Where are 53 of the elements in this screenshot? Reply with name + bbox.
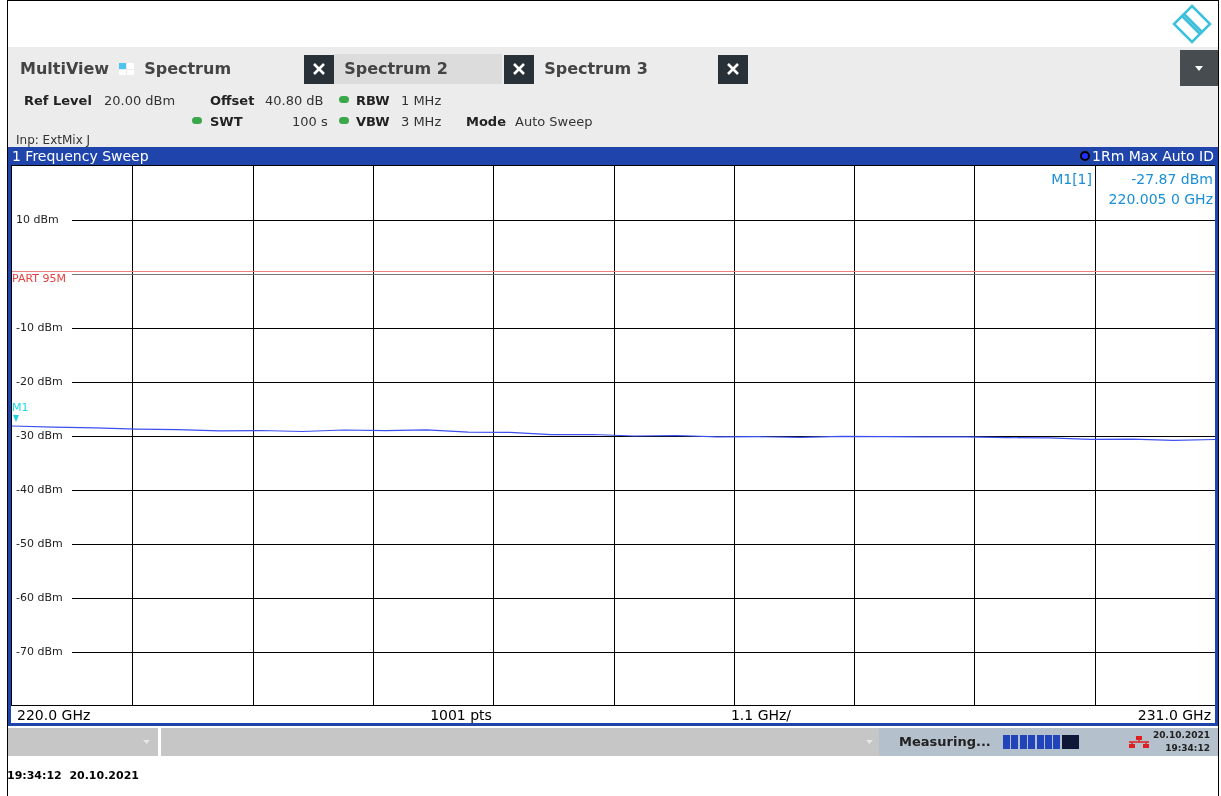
axis-label: -60 dBm (16, 592, 64, 604)
setting-label: VBW (356, 113, 390, 131)
tab[interactable]: Spectrum 2 (334, 54, 503, 84)
marker-level: -27.87 dBm (1131, 170, 1213, 189)
axis-label: -70 dBm (16, 646, 64, 658)
close-button[interactable] (718, 54, 749, 84)
axis-label: -40 dBm (16, 484, 64, 496)
timestamp: 19:34:12 20.10.2021 (7, 767, 139, 784)
caret-icon (866, 740, 873, 744)
close-button[interactable] (304, 54, 335, 84)
status-date: 20.10.2021 (1153, 729, 1210, 742)
setting-value: 100 s (292, 113, 328, 131)
input-label: Inp: ExtMix J (16, 132, 91, 149)
setting-label: SWT (210, 113, 243, 131)
setting-label: Offset (210, 92, 255, 110)
setting-value: 40.80 dB (265, 92, 324, 110)
axis-label: 1.1 GHz/ (729, 706, 793, 723)
marker-name: M1[1] (1051, 170, 1092, 189)
setting-label: Mode (466, 113, 506, 131)
caret-icon (143, 740, 150, 744)
axis-label: -30 dBm (16, 430, 64, 442)
axis-label: -20 dBm (16, 376, 64, 388)
close-icon (512, 62, 527, 76)
tab[interactable]: Spectrum 3 (534, 54, 717, 84)
setting-value: 20.00 dBm (104, 92, 176, 110)
axis-label: 231.0 GHz (1136, 706, 1212, 723)
setting-label: Ref Level (24, 92, 92, 110)
limit-line-label: PART 95M (12, 273, 66, 285)
axis-label: 1001 pts (429, 706, 493, 723)
status-time: 19:34:12 (1165, 742, 1210, 755)
network-icon (1129, 736, 1149, 748)
axis-label: 220.0 GHz (16, 706, 92, 723)
setting-value: Auto Sweep (515, 113, 593, 131)
close-button[interactable] (504, 54, 535, 84)
trace-status-icon (1080, 151, 1090, 161)
axis-label: -50 dBm (16, 538, 64, 550)
marker-icon (13, 415, 19, 422)
tab[interactable]: MultiView (10, 54, 120, 84)
close-icon (312, 62, 327, 76)
setting-value: 3 MHz (401, 113, 442, 131)
measuring-status: Measuring... (899, 733, 992, 752)
axis-label: 10 dBm (16, 214, 60, 226)
close-icon (726, 62, 741, 76)
marker-label: M1 (12, 402, 29, 414)
window-title: 1 Frequency Sweep (12, 147, 149, 166)
layout-icon (119, 63, 135, 75)
axis-label: -10 dBm (16, 322, 64, 334)
tab[interactable]: Spectrum (134, 54, 303, 84)
logo-icon (1172, 4, 1212, 44)
caret-icon (1195, 65, 1203, 71)
setting-value: 1 MHz (401, 92, 442, 110)
setting-label: RBW (356, 92, 390, 110)
trace-info: 1Rm Max Auto ID (1092, 146, 1214, 166)
